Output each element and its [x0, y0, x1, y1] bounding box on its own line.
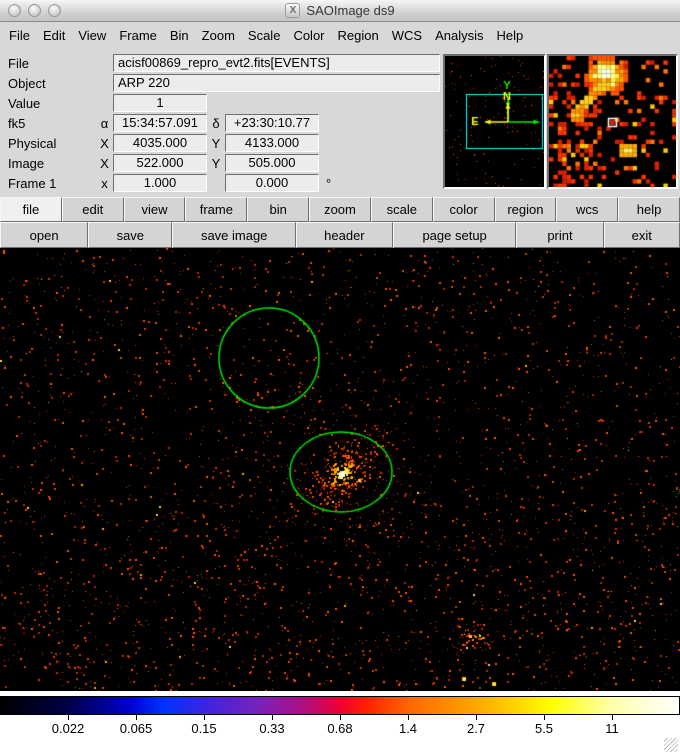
window-title: SAOImage ds9 [306, 3, 395, 18]
info-label: fk5 [8, 115, 26, 131]
coordinate-sub-label: x [101, 175, 108, 191]
colorbar-tick-label: 0.15 [191, 721, 217, 736]
info-row-physical: Physical X 4035.000 Y 4133.000 [0, 133, 440, 153]
info-label: Image [8, 155, 45, 171]
menu-color[interactable]: Color [293, 28, 324, 43]
button-view[interactable]: view [123, 197, 186, 222]
colorbar-tick [408, 715, 409, 720]
resize-grip[interactable] [664, 738, 678, 752]
title-bar[interactable]: X SAOImage ds9 [0, 0, 680, 22]
colorbar-tick [136, 715, 137, 720]
value-field[interactable]: +23:30:10.77 [225, 114, 319, 132]
colorbar-tick-label: 1.4 [398, 721, 418, 736]
info-row-value: Value 1 [0, 93, 440, 113]
magnifier[interactable] [549, 56, 676, 187]
button-file[interactable]: file [0, 197, 62, 222]
colorbar-tick-label: 0.022 [51, 721, 85, 736]
coordinate-sub-label: X [100, 135, 109, 151]
value-field[interactable]: 0.000 [225, 174, 319, 192]
menu-edit[interactable]: Edit [43, 28, 65, 43]
button-open[interactable]: open [0, 222, 89, 248]
button-help[interactable]: help [618, 197, 680, 222]
info-label: File [8, 55, 29, 71]
colorbar-tick-label: 0.68 [327, 721, 353, 736]
toolbar-categories: file edit view frame bin zoom scale color region… [0, 197, 680, 222]
value-field[interactable]: 4035.000 [113, 134, 207, 152]
button-exit[interactable]: exit [603, 222, 680, 248]
menu-analysis[interactable]: Analysis [435, 28, 483, 43]
button-color[interactable]: color [432, 197, 495, 222]
image-display[interactable] [0, 248, 680, 691]
menubar: File Edit View Frame Bin Zoom Scale Color Region… [0, 22, 680, 48]
info-panel: File acisf00869_repro_evt2.fits[EVENTS] Ob… [0, 53, 440, 193]
colorbar-tick-label: 2.7 [466, 721, 486, 736]
degree-suffix: ° [326, 175, 332, 191]
value-field[interactable]: 1 [113, 94, 207, 112]
info-label: Object [8, 75, 46, 91]
menu-file[interactable]: File [9, 28, 30, 43]
colorbar-tick [68, 715, 69, 720]
button-save[interactable]: save [88, 222, 173, 248]
toolbar-file-actions: open save save image header page setup print e… [0, 222, 680, 248]
info-row-object: Object ARP 220 [0, 73, 440, 93]
colorbar-tick-label: 0.065 [119, 721, 153, 736]
info-label: Physical [8, 135, 57, 151]
info-label: Value [8, 95, 41, 111]
button-region[interactable]: region [494, 197, 557, 222]
value-field[interactable]: acisf00869_repro_evt2.fits[EVENTS] [113, 54, 440, 72]
coordinate-sub-label: Y [211, 135, 221, 151]
info-row-frame-1: Frame 1 x 1.000 0.000 ° [0, 173, 440, 193]
value-field[interactable]: ARP 220 [113, 74, 440, 92]
button-print[interactable]: print [516, 222, 604, 248]
ds9-window: X SAOImage ds9 File Edit View Frame Bin Zoom S… [0, 0, 680, 754]
value-field[interactable]: 1.000 [113, 174, 207, 192]
coordinate-sub-label: X [100, 155, 109, 171]
menu-zoom[interactable]: Zoom [202, 28, 235, 43]
menu-help[interactable]: Help [496, 28, 523, 43]
window-title-wrap: X SAOImage ds9 [0, 0, 680, 21]
magnifier-frame [547, 54, 678, 189]
colorbar-tick [476, 715, 477, 720]
colorbar[interactable] [0, 696, 680, 715]
button-wcs[interactable]: wcs [556, 197, 619, 222]
button-zoom[interactable]: zoom [309, 197, 371, 222]
colorbar-tick-label: 5.5 [534, 721, 554, 736]
button-header[interactable]: header [295, 222, 393, 248]
value-field[interactable]: 505.000 [225, 154, 319, 172]
value-field[interactable]: 4133.000 [225, 134, 319, 152]
button-scale[interactable]: scale [370, 197, 433, 222]
info-row-file: File acisf00869_repro_evt2.fits[EVENTS] [0, 53, 440, 73]
panner[interactable] [445, 56, 544, 187]
colorbar-area: 0.022 0.065 0.15 0.33 0.68 1.4 2.7 5.5 11 [0, 691, 680, 754]
menu-scale[interactable]: Scale [248, 28, 281, 43]
value-field[interactable]: 522.000 [113, 154, 207, 172]
button-frame[interactable]: frame [185, 197, 248, 222]
button-page-setup[interactable]: page setup [392, 222, 517, 248]
info-row-fk5: fk5 α 15:34:57.091 δ +23:30:10.77 [0, 113, 440, 133]
panner-frame [443, 54, 546, 189]
colorbar-tick [272, 715, 273, 720]
colorbar-tick-label: 11 [605, 721, 619, 736]
button-bin[interactable]: bin [247, 197, 310, 222]
coordinate-sub-label: α [100, 115, 109, 131]
info-label: Frame 1 [8, 175, 57, 191]
button-save-image[interactable]: save image [172, 222, 296, 248]
colorbar-tick [612, 715, 613, 720]
colorbar-tick [544, 715, 545, 720]
info-row-image: Image X 522.000 Y 505.000 [0, 153, 440, 173]
coordinate-sub-label: Y [211, 155, 221, 171]
colorbar-tick-label: 0.33 [259, 721, 285, 736]
colorbar-tick [340, 715, 341, 720]
value-field[interactable]: 15:34:57.091 [113, 114, 207, 132]
menu-view[interactable]: View [78, 28, 106, 43]
button-edit[interactable]: edit [61, 197, 124, 222]
menu-frame[interactable]: Frame [119, 28, 157, 43]
colorbar-tick [204, 715, 205, 720]
menu-region[interactable]: Region [338, 28, 379, 43]
coordinate-sub-label: δ [212, 115, 220, 131]
x11-icon: X [285, 3, 301, 18]
menu-wcs[interactable]: WCS [392, 28, 422, 43]
menu-bin[interactable]: Bin [170, 28, 189, 43]
